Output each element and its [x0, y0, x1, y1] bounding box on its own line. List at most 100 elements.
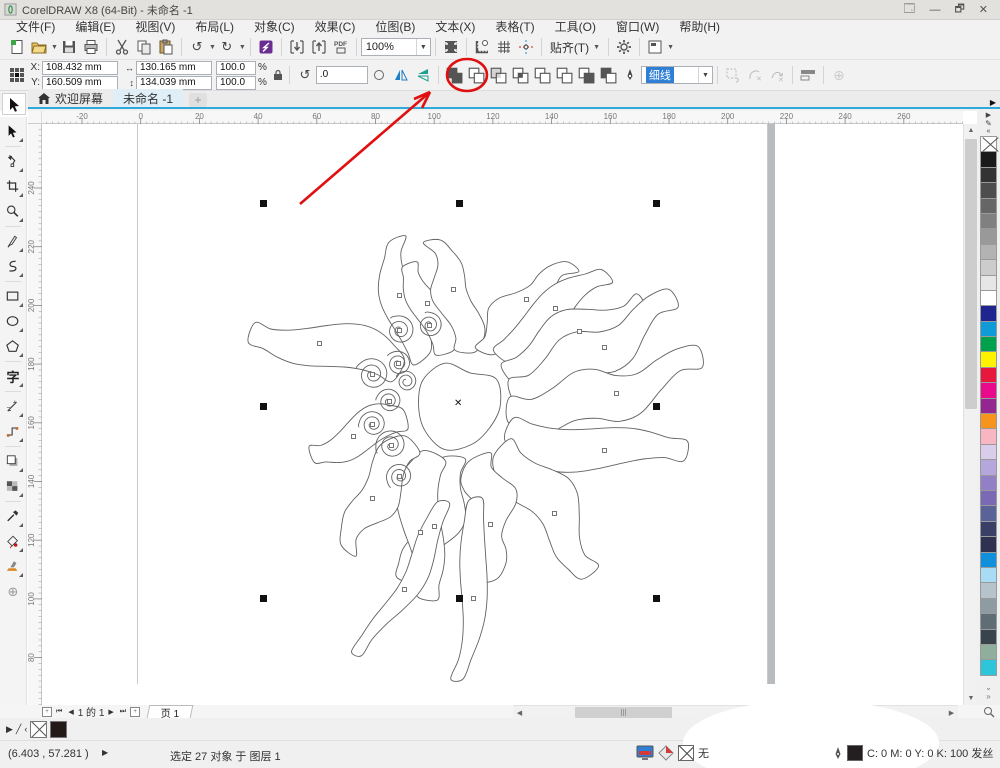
show-guidelines-button[interactable] [515, 36, 537, 58]
scroll-up-icon[interactable]: ▲ [964, 124, 978, 137]
maximize-button[interactable]: 🗗 [954, 0, 964, 19]
palette-swatch-25[interactable] [980, 520, 997, 538]
outline-color-swatch[interactable] [847, 745, 863, 761]
lock-ratio-button[interactable] [271, 64, 285, 86]
palette-swatch-14[interactable] [980, 351, 997, 368]
show-grid-button[interactable] [493, 36, 515, 58]
palette-swatch-26[interactable] [980, 536, 997, 553]
import-button[interactable] [286, 36, 308, 58]
palette-swatch-7[interactable] [980, 243, 997, 261]
document-info-icon[interactable] [636, 745, 654, 761]
horizontal-scroll-thumb[interactable] [575, 707, 672, 718]
snap-to-menu[interactable]: 贴齐(T) ▼ [546, 39, 604, 56]
palette-swatch-31[interactable] [980, 613, 997, 630]
palette-swatch-12[interactable] [980, 320, 997, 338]
object-height-field[interactable]: 134.039 mm [136, 75, 212, 90]
save-button[interactable] [58, 36, 80, 58]
menu-item-4[interactable]: 对象(C) [244, 20, 305, 35]
undo-dropdown-icon[interactable]: ▼ [209, 44, 216, 51]
y-position-field[interactable]: 160.509 mm [42, 75, 118, 90]
copy-button[interactable] [133, 36, 155, 58]
scroll-down-icon[interactable]: ▼ [964, 692, 978, 705]
menu-item-5[interactable]: 效果(C) [305, 20, 366, 35]
palette-swatch-21[interactable] [980, 459, 997, 476]
add-page-icon-2[interactable]: + [130, 706, 141, 717]
show-rulers-button[interactable] [471, 36, 493, 58]
x-position-field[interactable]: 108.432 mm [42, 60, 118, 75]
export-button[interactable] [308, 36, 330, 58]
zoom-level-combo[interactable]: 100% ▼ [360, 38, 431, 56]
prev-page-icon[interactable]: ◀ [66, 708, 75, 716]
reverse-path-button[interactable]: ✕ [766, 64, 788, 86]
mirror-vertical-button[interactable] [412, 64, 434, 86]
combine-button[interactable] [443, 64, 465, 86]
new-document-button[interactable] [6, 36, 28, 58]
tool-ellipse[interactable] [1, 309, 25, 334]
palette-swatch-6[interactable] [980, 228, 997, 245]
selection-handle[interactable] [260, 403, 267, 410]
docpalette-scroll-icon[interactable]: ‹ [24, 724, 27, 734]
tool-connector[interactable] [1, 419, 25, 444]
vertical-ruler[interactable]: 240 220 200 180 160 140 120 100 80 [27, 124, 42, 705]
tool-text[interactable]: 字 [1, 364, 25, 389]
menu-item-7[interactable]: 文本(X) [425, 20, 485, 35]
mirror-horizontal-button[interactable] [390, 64, 412, 86]
tool-dimension[interactable] [1, 394, 25, 419]
palette-swatch-18[interactable] [980, 413, 997, 430]
simplify-button[interactable] [531, 64, 553, 86]
menu-item-1[interactable]: 编辑(E) [65, 20, 125, 35]
tool-smart-fill[interactable] [1, 554, 25, 579]
add-page-icon[interactable]: + [42, 706, 52, 717]
palette-scrolldown-icon[interactable]: ⌄ [985, 683, 992, 692]
tool-polygon[interactable] [1, 334, 25, 359]
tool-transparency[interactable] [1, 474, 25, 499]
menu-item-0[interactable]: 文件(F) [6, 20, 65, 35]
menu-item-9[interactable]: 工具(O) [545, 20, 606, 35]
menu-item-3[interactable]: 布局(L) [185, 20, 244, 35]
selection-handle[interactable] [260, 595, 267, 602]
app-launcher-dropdown-icon[interactable]: ▼ [667, 44, 674, 51]
palette-swatch-20[interactable] [980, 443, 997, 461]
page-tab[interactable]: 页 1 [146, 705, 194, 720]
close-path-button[interactable]: ✕ [744, 64, 766, 86]
open-dropdown-icon[interactable]: ▼ [51, 44, 58, 51]
tool-more-tools[interactable]: ⊕ [1, 579, 25, 604]
options-gear-button[interactable] [613, 36, 635, 58]
horizontal-ruler[interactable]: -20 0 20 40 60 80 100 120 140 160 180 200 220 240 260 [42, 111, 963, 124]
palette-swatch-28[interactable] [980, 566, 997, 584]
create-boundary-button[interactable] [597, 64, 619, 86]
menu-item-10[interactable]: 窗口(W) [606, 20, 669, 35]
tool-interactive-fill[interactable] [1, 529, 25, 554]
menu-item-6[interactable]: 位图(B) [365, 20, 425, 35]
tool-freehand[interactable] [1, 229, 25, 254]
palette-swatch-9[interactable] [980, 274, 997, 291]
quick-customize-button[interactable]: ⊕ [828, 64, 850, 86]
tool-rectangle[interactable] [1, 284, 25, 309]
palette-swatch-16[interactable] [980, 382, 997, 399]
tool-bspline[interactable] [1, 254, 25, 279]
tool-drop-shadow[interactable] [1, 449, 25, 474]
palette-swatch-22[interactable] [980, 474, 997, 491]
menu-item-8[interactable]: 表格(T) [485, 20, 544, 35]
status-flyout-icon[interactable]: ▶ [102, 748, 108, 757]
tab-document[interactable]: 未命名 -1 [113, 89, 184, 107]
tab-scroll-icon[interactable]: ▶ [990, 98, 1000, 107]
tool-pick-active[interactable] [2, 93, 26, 115]
tool-zoom[interactable] [1, 199, 25, 224]
palette-swatch-30[interactable] [980, 597, 997, 615]
palette-edit-icon[interactable]: ✎ [985, 119, 992, 128]
intersect-button[interactable] [509, 64, 531, 86]
palette-expand-icon[interactable]: » [986, 692, 990, 701]
text-wrap-button[interactable] [797, 64, 819, 86]
docpalette-eyedrop-icon[interactable]: ╱ [16, 724, 21, 735]
navigator-button[interactable] [978, 705, 1000, 718]
palette-swatch-19[interactable] [980, 428, 997, 445]
pdf-publish-button[interactable]: PDF [330, 36, 352, 58]
redo-dropdown-icon[interactable]: ▼ [239, 44, 246, 51]
front-minus-back-button[interactable] [553, 64, 575, 86]
app-launcher-button[interactable] [644, 36, 666, 58]
palette-swatch-24[interactable] [980, 505, 997, 522]
vertical-scroll-thumb[interactable] [965, 139, 977, 409]
palette-swatch-13[interactable] [980, 336, 997, 353]
minimize-button[interactable]: — [929, 4, 940, 16]
